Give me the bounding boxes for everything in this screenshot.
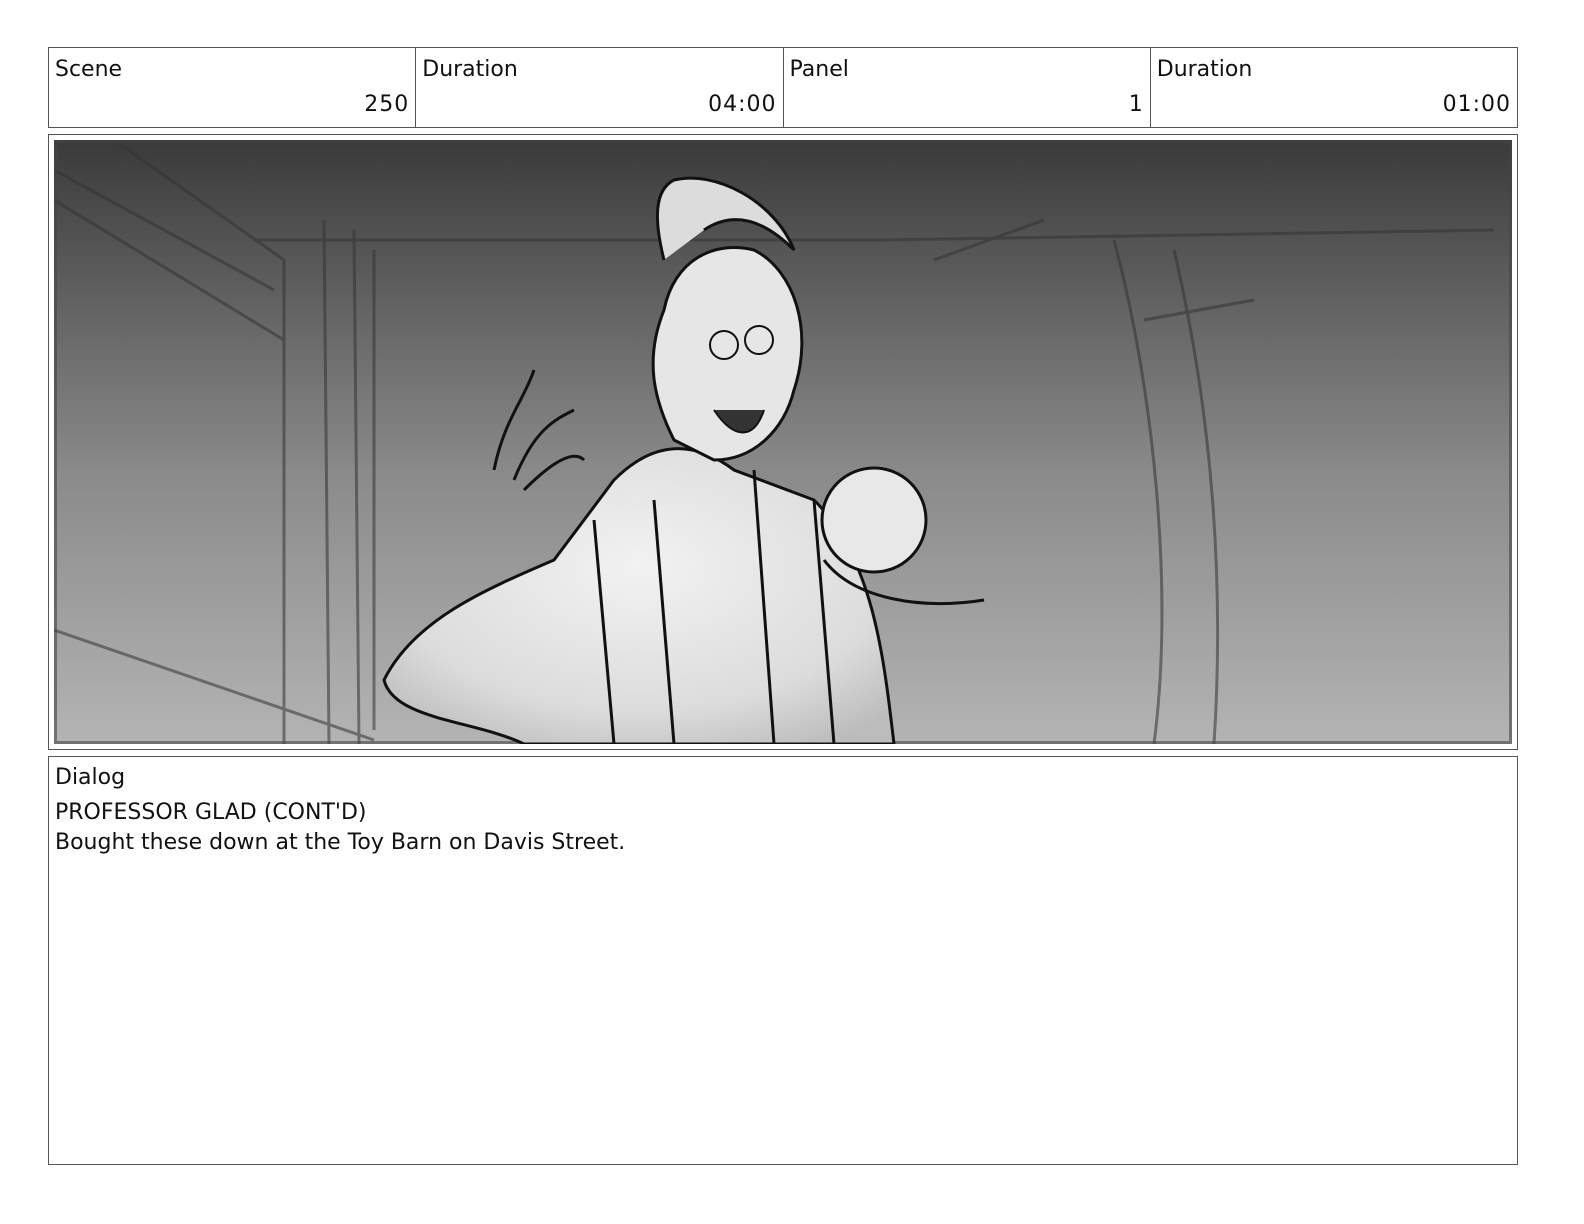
panel-info-table: Scene 250 Duration 04:00 Panel 1 Duratio…: [48, 47, 1518, 128]
dialog-label: Dialog: [55, 765, 126, 790]
scene-duration-cell: Duration 04:00: [416, 48, 784, 127]
storyboard-sketch-image: [54, 140, 1512, 744]
scene-cell: Scene 250: [49, 48, 417, 127]
panel-duration-cell: Duration 01:00: [1151, 48, 1517, 127]
scene-duration-label: Duration: [422, 57, 518, 82]
dialog-box: Dialog PROFESSOR GLAD (CONT'D) Bought th…: [48, 756, 1518, 1165]
panel-cell: Panel 1: [784, 48, 1151, 127]
scene-label: Scene: [55, 57, 123, 82]
dialog-speaker: PROFESSOR GLAD (CONT'D): [55, 800, 367, 825]
panel-duration-value: 01:00: [1442, 92, 1511, 117]
dialog-line: Bought these down at the Toy Barn on Dav…: [55, 830, 626, 855]
storyboard-frame: [48, 134, 1518, 750]
scene-duration-value: 04:00: [708, 92, 777, 117]
panel-number: 1: [1128, 92, 1144, 117]
panel-label: Panel: [789, 57, 849, 82]
storyboard-page: Scene 250 Duration 04:00 Panel 1 Duratio…: [0, 0, 1584, 1224]
scene-number: 250: [364, 92, 410, 117]
panel-duration-label: Duration: [1156, 57, 1253, 82]
